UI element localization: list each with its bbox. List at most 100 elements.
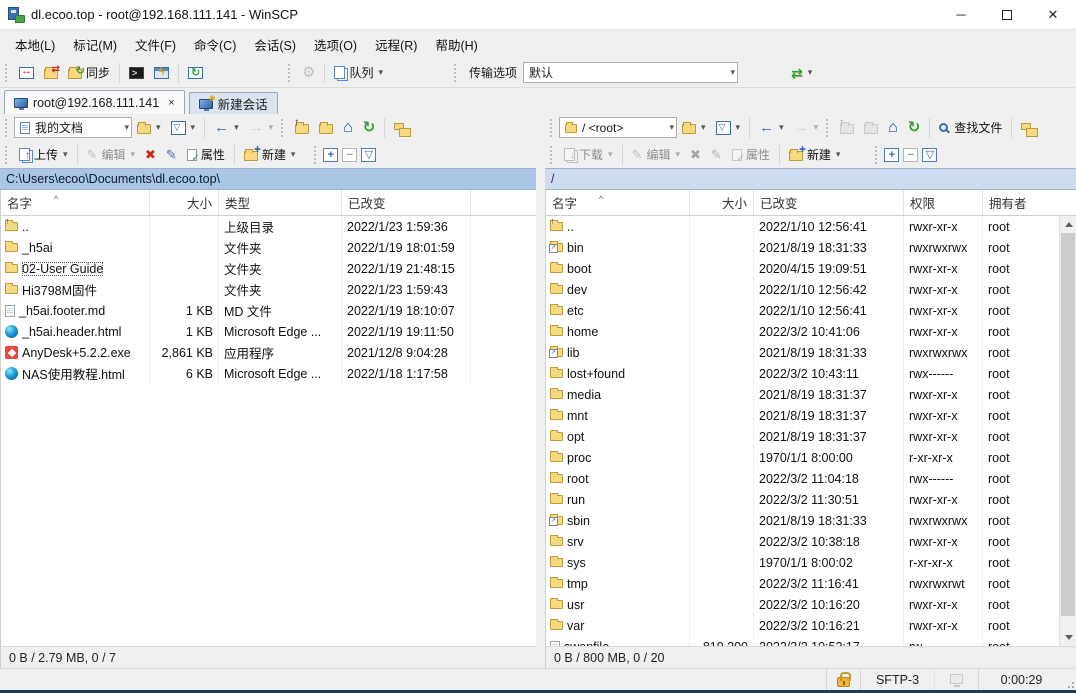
file-row[interactable]: swapfile 819,200 2022/3/2 10:52:17 rw---… xyxy=(546,636,1059,646)
remote-open-directory-button[interactable]: ▾ xyxy=(677,119,711,137)
file-row[interactable]: tmp 2022/3/2 11:16:41 rwxrwxrwt root xyxy=(546,573,1059,594)
column-header-name[interactable]: 名字^ xyxy=(546,190,690,215)
local-root-directory-button[interactable] xyxy=(314,119,338,137)
toolbar-grip[interactable] xyxy=(875,146,881,164)
column-header-perms[interactable]: 权限 xyxy=(904,190,983,215)
close-session-icon[interactable]: × xyxy=(168,97,174,109)
maximize-button[interactable] xyxy=(984,0,1030,29)
toolbar-grip[interactable] xyxy=(5,119,11,137)
remote-new-button[interactable]: 新建▾ xyxy=(784,143,846,166)
toolbar-grip[interactable] xyxy=(288,64,294,82)
resize-grip[interactable] xyxy=(1064,669,1076,690)
toolbar-grip[interactable] xyxy=(826,119,832,137)
local-home-button[interactable]: ⌂ xyxy=(338,117,358,139)
scrollbar-thumb[interactable] xyxy=(1061,233,1075,616)
session-tab[interactable]: root@192.168.111.141 × xyxy=(4,90,185,114)
local-forward-button[interactable]: →▾ xyxy=(244,117,279,138)
preferences-button[interactable]: ⚙ xyxy=(297,62,320,83)
menu-item[interactable]: 帮助(H) xyxy=(426,31,486,58)
minimize-button[interactable]: ─ xyxy=(938,0,984,29)
toolbar-grip[interactable] xyxy=(5,64,11,82)
file-row[interactable]: lib 2021/8/19 18:31:33 rwxrwxrwx root xyxy=(546,342,1059,363)
local-open-directory-button[interactable]: ▾ xyxy=(132,119,166,137)
local-filter-button[interactable]: ▾ xyxy=(166,118,201,138)
scroll-up-icon[interactable] xyxy=(1060,216,1076,233)
queue-button[interactable]: 队列▾ xyxy=(329,61,388,84)
menu-item[interactable]: 选项(O) xyxy=(305,31,366,58)
column-header-size[interactable]: 大小 xyxy=(690,190,754,215)
column-header-changed[interactable]: 已改变 xyxy=(342,190,471,215)
column-header-changed[interactable]: 已改变 xyxy=(754,190,904,215)
upload-button[interactable]: 上传▾ xyxy=(14,143,73,166)
download-button[interactable]: 下载▾ xyxy=(559,143,618,166)
file-row[interactable]: home 2022/3/2 10:41:06 rwxr-xr-x root xyxy=(546,321,1059,342)
remote-root-directory-button[interactable] xyxy=(859,119,883,137)
remote-parent-directory-button[interactable] xyxy=(835,119,859,137)
transfer-preset-combo[interactable]: 默认▾ xyxy=(523,62,738,83)
remote-forward-button[interactable]: →▾ xyxy=(789,117,824,138)
synchronize-browsing-button[interactable] xyxy=(39,64,63,82)
remote-properties-button[interactable]: 属性 xyxy=(727,143,775,166)
file-row[interactable]: NAS使用教程.html 6 KB Microsoft Edge ... 202… xyxy=(1,363,536,384)
file-row[interactable]: bin 2021/8/19 18:31:33 rwxrwxrwx root xyxy=(546,237,1059,258)
file-row[interactable]: dev 2022/1/10 12:56:42 rwxr-xr-x root xyxy=(546,279,1059,300)
file-row[interactable]: sys 1970/1/1 8:00:02 r-xr-xr-x root xyxy=(546,552,1059,573)
local-refresh-button[interactable]: ↻ xyxy=(358,117,381,138)
local-parent-directory-button[interactable] xyxy=(290,119,314,137)
local-back-button[interactable]: ←▾ xyxy=(209,117,244,138)
file-row[interactable]: _h5ai.header.html 1 KB Microsoft Edge ..… xyxy=(1,321,536,342)
file-row[interactable]: run 2022/3/2 11:30:51 rwxr-xr-x root xyxy=(546,489,1059,510)
synchronize-button[interactable]: 同步 xyxy=(63,61,115,84)
remote-selection-filter-button[interactable]: ▽ xyxy=(922,148,937,162)
remote-edit-button[interactable]: ✎编辑▾ xyxy=(627,143,685,166)
local-selection-filter-button[interactable]: ▽ xyxy=(361,148,376,162)
file-row[interactable]: mnt 2021/8/19 18:31:37 rwxr-xr-x root xyxy=(546,405,1059,426)
transfer-settings-button[interactable]: ⇄▾ xyxy=(786,63,817,83)
find-files-button[interactable]: 查找文件 xyxy=(934,116,1007,139)
file-row[interactable]: _h5ai 文件夹 2022/1/19 18:01:59 xyxy=(1,237,536,258)
local-rename-button[interactable]: ✎ xyxy=(161,145,182,164)
file-row[interactable]: boot 2020/4/15 19:09:51 rwxr-xr-x root xyxy=(546,258,1059,279)
session-activity[interactable] xyxy=(934,669,978,690)
remote-directory-combo[interactable]: / <root> ▾ xyxy=(559,117,677,138)
file-row[interactable]: var 2022/3/2 10:16:21 rwxr-xr-x root xyxy=(546,615,1059,636)
file-row[interactable]: sbin 2021/8/19 18:31:33 rwxrwxrwx root xyxy=(546,510,1059,531)
local-properties-button[interactable]: 属性 xyxy=(182,143,230,166)
open-terminal-button[interactable] xyxy=(124,64,149,82)
toolbar-grip[interactable] xyxy=(454,64,460,82)
session-duration[interactable]: 0:00:29 xyxy=(978,669,1064,690)
local-select-button[interactable]: + xyxy=(323,148,338,162)
local-delete-button[interactable]: ✖ xyxy=(140,145,161,164)
split-panels-button[interactable] xyxy=(14,64,39,82)
file-row[interactable]: Hi3798M固件 文件夹 2022/1/23 1:59:43 xyxy=(1,279,536,300)
remote-delete-button[interactable]: ✖ xyxy=(685,145,706,164)
scroll-down-icon[interactable] xyxy=(1060,629,1076,646)
local-edit-button[interactable]: ✎编辑▾ xyxy=(82,143,140,166)
refresh-session-button[interactable] xyxy=(183,64,208,82)
column-header-size[interactable]: 大小 xyxy=(150,190,219,215)
local-drive-combo[interactable]: 我的文档 ▾ xyxy=(14,117,132,138)
file-row[interactable]: 02-User Guide 文件夹 2022/1/19 21:48:15 xyxy=(1,258,536,279)
toolbar-grip[interactable] xyxy=(314,146,320,164)
local-new-button[interactable]: 新建▾ xyxy=(239,143,301,166)
close-button[interactable]: ✕ xyxy=(1030,0,1076,29)
file-row[interactable]: media 2021/8/19 18:31:37 rwxr-xr-x root xyxy=(546,384,1059,405)
toolbar-grip[interactable] xyxy=(550,146,556,164)
menu-item[interactable]: 远程(R) xyxy=(366,31,426,58)
file-row[interactable]: srv 2022/3/2 10:38:18 rwxr-xr-x root xyxy=(546,531,1059,552)
menu-item[interactable]: 标记(M) xyxy=(64,31,126,58)
local-unselect-button[interactable]: − xyxy=(342,148,357,162)
protocol-status[interactable]: SFTP-3 xyxy=(860,669,934,690)
vertical-scrollbar[interactable] xyxy=(1059,216,1076,646)
panel-splitter[interactable] xyxy=(536,114,545,668)
menu-item[interactable]: 文件(F) xyxy=(126,31,185,58)
menu-item[interactable]: 会话(S) xyxy=(245,31,305,58)
toolbar-grip[interactable] xyxy=(281,119,287,137)
remote-unselect-button[interactable]: − xyxy=(903,148,918,162)
file-row[interactable]: lost+found 2022/3/2 10:43:11 rwx------ r… xyxy=(546,363,1059,384)
file-row[interactable]: opt 2021/8/19 18:31:37 rwxr-xr-x root xyxy=(546,426,1059,447)
file-row[interactable]: AnyDesk+5.2.2.exe 2,861 KB 应用程序 2021/12/… xyxy=(1,342,536,363)
remote-follow-symlink-button[interactable] xyxy=(1016,123,1036,133)
open-console-button[interactable] xyxy=(149,64,174,82)
file-row[interactable]: root 2022/3/2 11:04:18 rwx------ root xyxy=(546,468,1059,489)
